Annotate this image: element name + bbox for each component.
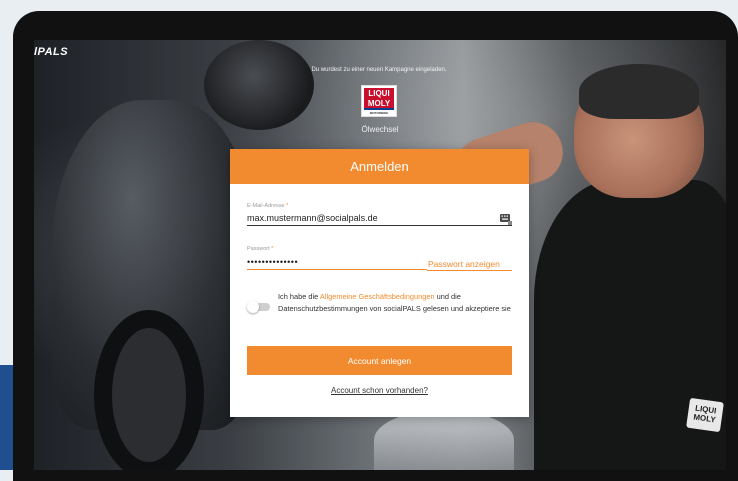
oil-bottle [374, 410, 514, 470]
signup-card: Anmelden E-Mail-Adresse * Passwort * Pas… [230, 149, 529, 417]
campaign-invite-text: Du wurdest zu einer neuen Kampagne einge… [311, 67, 447, 73]
card-title: Anmelden [230, 149, 529, 184]
password-field[interactable] [247, 255, 427, 270]
show-password-button[interactable]: Passwort anzeigen [428, 259, 500, 269]
shirt-logo-patch: LIQUI MOLY [686, 397, 724, 433]
terms-consent-text: Ich habe die Allgemeine Geschäftsbedingu… [278, 292, 511, 313]
email-field[interactable] [247, 211, 512, 226]
app-logo: lPALS [34, 46, 69, 58]
sponsor-logo-badge: LIQUI MOLY [364, 88, 394, 110]
password-label: Passwort * [247, 246, 274, 252]
create-account-button[interactable]: Account anlegen [247, 346, 512, 375]
campaign-name: Ölwechsel [361, 125, 399, 134]
motorcycle-wheel [94, 310, 204, 470]
sponsor-logo: LIQUI MOLY MOTORBIKE [361, 85, 397, 117]
existing-account-link[interactable]: Account schon vorhanden? [230, 386, 529, 395]
email-label: E-Mail-Adresse * [247, 203, 289, 209]
terms-toggle[interactable] [247, 301, 270, 313]
keyboard-icon[interactable] [500, 214, 512, 225]
terms-link[interactable]: Allgemeine Geschäftsbedingungen [320, 292, 435, 301]
toggle-knob [247, 301, 259, 313]
rider-helmet [204, 40, 314, 130]
password-underline [427, 270, 512, 271]
background-blue-edge-left [0, 365, 13, 470]
sponsor-logo-subline: MOTORBIKE [369, 111, 389, 115]
